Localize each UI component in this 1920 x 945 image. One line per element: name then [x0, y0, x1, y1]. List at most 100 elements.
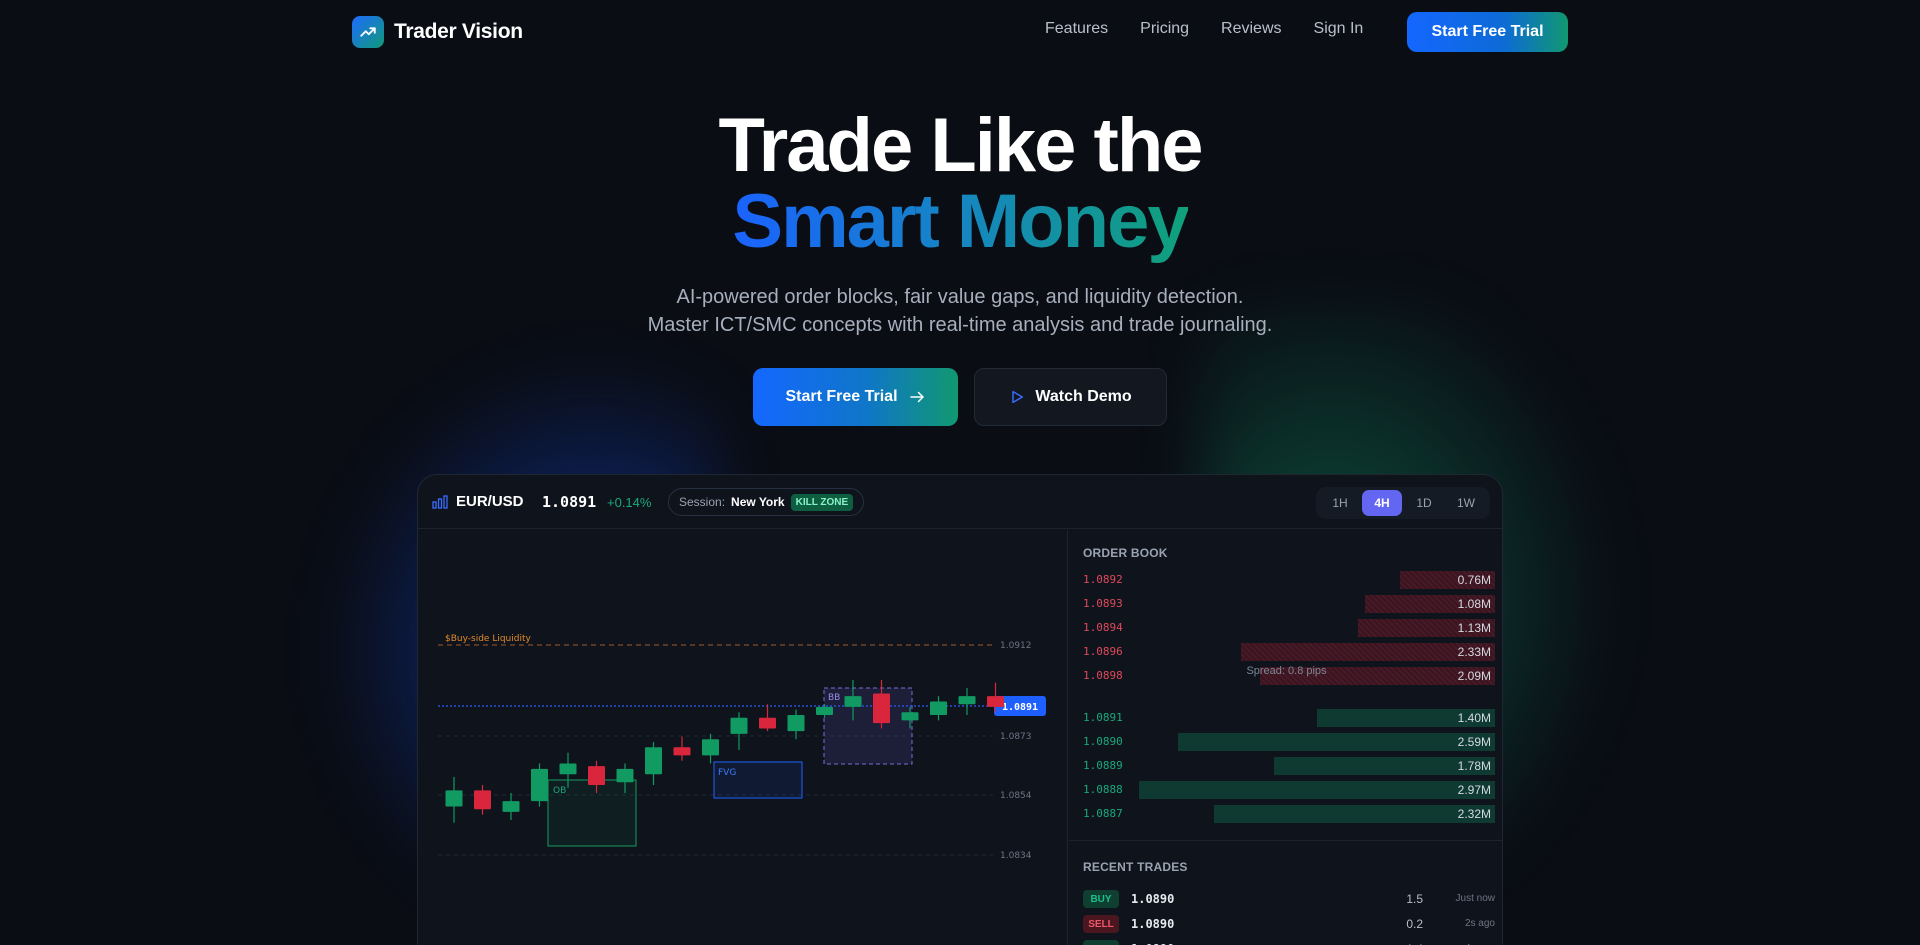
price-axis-label: 1.0912	[1000, 641, 1032, 651]
price-chart[interactable]: $Buy-side Liquidity 1.0912 1.0873 1.0854…	[418, 530, 1068, 945]
bid-price: 1.0887	[1083, 807, 1123, 820]
ask-price: 1.0894	[1083, 621, 1123, 634]
trade-price: 1.0890	[1131, 917, 1175, 931]
section-divider	[1069, 840, 1502, 841]
brand-name: Trader Vision	[394, 20, 523, 43]
nav-link-features[interactable]: Features	[1045, 20, 1108, 38]
bearish-candle	[987, 696, 1004, 707]
arrow-right-icon	[909, 391, 924, 403]
timeframe-1h[interactable]: 1H	[1320, 490, 1360, 516]
bid-row[interactable]: 1.0890 2.59M	[1079, 732, 1495, 752]
trade-size: 0.2	[1406, 917, 1423, 931]
bid-price: 1.0889	[1083, 759, 1123, 772]
bullish-candle	[930, 701, 947, 715]
bearish-candle	[759, 717, 776, 729]
session-label: Session:	[679, 495, 726, 509]
trade-price: 1.0890	[1131, 892, 1175, 906]
ask-size: 0.76M	[1457, 573, 1491, 587]
trade-time: Just now	[1455, 893, 1495, 904]
bid-size: 1.40M	[1457, 711, 1491, 725]
bullish-candle	[502, 801, 520, 812]
bullish-candle	[901, 712, 919, 721]
ask-size: 1.08M	[1457, 597, 1491, 611]
timeframe-1d[interactable]: 1D	[1404, 490, 1444, 516]
price-axis-label: 1.0854	[1000, 791, 1032, 801]
bid-row[interactable]: 1.0887 2.32M	[1079, 804, 1495, 824]
ask-row[interactable]: 1.0896 2.33M	[1079, 642, 1495, 662]
bullish-candle	[787, 715, 805, 732]
market-side-panel: ORDER BOOK 1.0892 0.76M 1.0893 1.08M 1.0894 1…	[1069, 530, 1502, 945]
price-axis-label: 1.0834	[1000, 851, 1032, 861]
liquidity-label: $Buy-side Liquidity	[445, 634, 531, 644]
bid-row[interactable]: 1.0891 1.40M	[1079, 708, 1495, 728]
bid-depth-bar	[1178, 733, 1495, 751]
bid-depth-bar	[1139, 781, 1495, 799]
ask-price: 1.0892	[1083, 573, 1123, 586]
candlestick-chart: $Buy-side Liquidity 1.0912 1.0873 1.0854…	[438, 634, 1046, 861]
ask-row[interactable]: 1.0894 1.13M	[1079, 618, 1495, 638]
trending-up-icon	[352, 16, 384, 48]
current-price-tag-label: 1.0891	[1002, 702, 1038, 713]
ask-row[interactable]: 1.0892 0.76M	[1079, 570, 1495, 590]
bullish-candle	[559, 763, 577, 775]
price-axis-label: 1.0873	[1000, 732, 1032, 742]
price-change: +0.14%	[607, 495, 652, 510]
hero-title-line2: Smart Money	[0, 184, 1920, 260]
ask-row[interactable]: 1.0893 1.08M	[1079, 594, 1495, 614]
bullish-candle	[616, 768, 634, 783]
bullish-candle	[645, 747, 662, 775]
trade-row: BUY1.08901.44s ago	[1083, 940, 1495, 945]
bullish-candle	[702, 739, 719, 756]
session-city: New York	[731, 495, 785, 509]
bullish-candle	[730, 717, 748, 734]
watch-demo-button[interactable]: Watch Demo	[974, 368, 1167, 426]
nav-links: Features Pricing Reviews Sign In	[1045, 20, 1363, 38]
timeframe-4h[interactable]: 4H	[1362, 490, 1402, 516]
hero-start-trial-button[interactable]: Start Free Trial	[753, 368, 958, 426]
hero-subtitle: AI-powered order blocks, fair value gaps…	[0, 283, 1920, 339]
symbol-label: EUR/USD	[456, 493, 524, 510]
hero-title-line1: Trade Like the	[718, 103, 1203, 188]
bid-row[interactable]: 1.0889 1.78M	[1079, 756, 1495, 776]
bearish-candle	[673, 747, 691, 756]
trade-side-badge: BUY	[1083, 890, 1119, 908]
bullish-candle	[445, 790, 463, 807]
ask-size: 2.33M	[1457, 645, 1491, 659]
nav-link-pricing[interactable]: Pricing	[1140, 20, 1189, 38]
bid-size: 2.32M	[1457, 807, 1491, 821]
nav-link-reviews[interactable]: Reviews	[1221, 20, 1281, 38]
bullish-candle	[958, 696, 976, 705]
bid-row[interactable]: 1.0888 2.97M	[1079, 780, 1495, 800]
bid-size: 1.78M	[1457, 759, 1491, 773]
ask-size: 1.13M	[1457, 621, 1491, 635]
bid-size: 2.59M	[1457, 735, 1491, 749]
current-price: 1.0891	[542, 493, 597, 511]
nav-link-sign-in[interactable]: Sign In	[1314, 20, 1364, 38]
bearish-candle	[588, 766, 605, 785]
bid-price: 1.0890	[1083, 735, 1123, 748]
bid-size: 2.97M	[1457, 783, 1491, 797]
ask-price: 1.0896	[1083, 645, 1123, 658]
fvg-label: FVG	[718, 768, 736, 778]
trade-time: 2s ago	[1464, 918, 1495, 929]
recent-trades-title: RECENT TRADES	[1083, 860, 1188, 874]
session-indicator: Session: New York KILL ZONE	[668, 488, 865, 516]
hero-subtitle-line1: AI-powered order blocks, fair value gaps…	[676, 286, 1244, 308]
trading-dashboard-preview: EUR/USD 1.0891 +0.14% Session: New York …	[417, 474, 1503, 945]
brand-logo[interactable]: Trader Vision	[352, 16, 523, 48]
bid-price: 1.0888	[1083, 783, 1123, 796]
watch-demo-label: Watch Demo	[1035, 388, 1132, 405]
breaker-block-label: BB	[828, 693, 840, 703]
timeframe-1w[interactable]: 1W	[1446, 490, 1486, 516]
nav-start-trial-button[interactable]: Start Free Trial	[1407, 12, 1568, 52]
play-icon	[1012, 390, 1024, 404]
dashboard-header: EUR/USD 1.0891 +0.14% Session: New York …	[418, 475, 1502, 529]
bullish-candle	[816, 706, 833, 715]
hero-subtitle-line2: Master ICT/SMC concepts with real-time a…	[647, 314, 1273, 336]
bid-price: 1.0891	[1083, 711, 1123, 724]
trade-row: BUY 1.0890 1.5 Just now	[1083, 890, 1495, 910]
timeframe-selector: 1H 4H 1D 1W	[1316, 487, 1490, 519]
bar-chart-icon	[432, 495, 448, 509]
ask-price: 1.0893	[1083, 597, 1123, 610]
spread-label: Spread: 0.8 pips	[1246, 665, 1327, 677]
